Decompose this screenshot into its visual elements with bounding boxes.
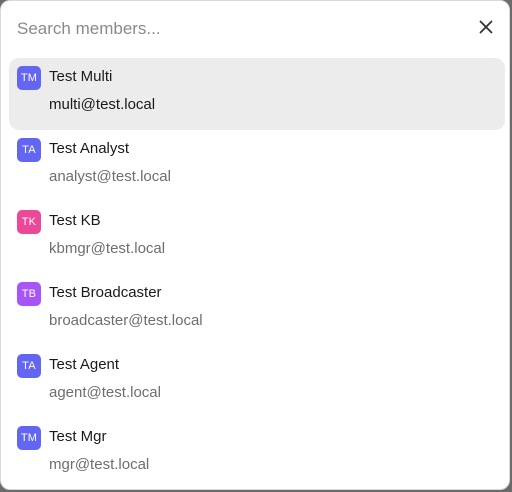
member-name: Test Mgr [49, 428, 107, 445]
avatar: TK [17, 210, 41, 234]
member-list: TM Test Multi multi@test.local TA Test A… [9, 58, 505, 489]
member-name: Test KB [49, 212, 101, 229]
member-item[interactable]: TK Test KB kbmgr@test.local [9, 202, 505, 274]
member-email: analyst@test.local [49, 168, 171, 185]
avatar: TM [17, 66, 41, 90]
close-icon [479, 20, 493, 34]
member-item[interactable]: TA Test Analyst analyst@test.local [9, 130, 505, 202]
member-email: broadcaster@test.local [49, 312, 203, 329]
avatar: TM [17, 426, 41, 450]
member-item[interactable]: TM Test Mgr mgr@test.local [9, 418, 505, 489]
member-name: Test Analyst [49, 140, 130, 157]
member-item[interactable]: TB Test Broadcaster broadcaster@test.loc… [9, 274, 505, 346]
member-search-dialog: TM Test Multi multi@test.local TA Test A… [0, 0, 510, 490]
search-row [1, 1, 509, 57]
avatar: TA [17, 138, 41, 162]
member-name: Test Multi [49, 68, 113, 85]
avatar: TB [17, 282, 41, 306]
member-email: multi@test.local [49, 96, 156, 113]
member-email: kbmgr@test.local [49, 240, 166, 257]
search-input[interactable] [17, 15, 437, 43]
member-name: Test Broadcaster [49, 284, 162, 301]
member-email: agent@test.local [49, 384, 161, 401]
member-name: Test Agent [49, 356, 120, 373]
close-button[interactable] [475, 16, 497, 38]
avatar: TA [17, 354, 41, 378]
member-email: mgr@test.local [49, 456, 150, 473]
member-item[interactable]: TM Test Multi multi@test.local [9, 58, 505, 130]
member-item[interactable]: TA Test Agent agent@test.local [9, 346, 505, 418]
